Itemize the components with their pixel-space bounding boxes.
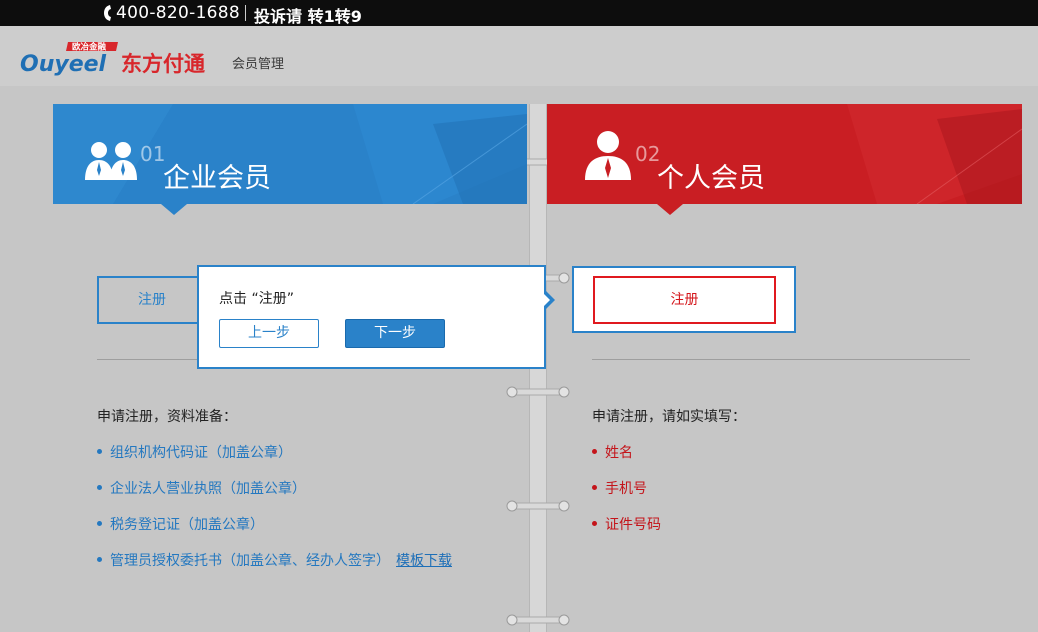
list-item: 证件号码 [592, 514, 661, 534]
binder-ring [506, 614, 570, 626]
site-header: 欧冶金融 Ouyeel 东方付通 会员管理 [0, 26, 1038, 86]
list-item: 企业法人营业执照（加盖公章） [97, 478, 306, 498]
list-item-label: 税务登记证（加盖公章） [110, 517, 264, 533]
guide-highlight-frame: 注册 [572, 266, 796, 333]
enterprise-step-number: 01 [140, 142, 166, 166]
enterprise-card-title: 企业会员 [163, 163, 271, 194]
bullet-icon [97, 484, 102, 490]
enterprise-register-button[interactable]: 注册 [97, 276, 207, 324]
bullet-icon [97, 520, 102, 526]
logo-brand-text: Ouyeel [20, 52, 107, 77]
list-item-label: 姓名 [605, 445, 633, 461]
guide-popover: 点击 “注册” 上一步 下一步 [197, 265, 555, 369]
logo-subtitle: 会员管理 [232, 57, 285, 72]
guide-message: 点击 “注册” [219, 291, 294, 307]
popover-arrow-fill [541, 291, 550, 309]
phone-icon [104, 5, 111, 21]
personal-card-title: 个人会员 [657, 163, 765, 194]
personal-member-card[interactable]: 02 个人会员 [547, 104, 1022, 204]
list-item-label: 手机号 [605, 481, 647, 497]
bullet-icon [97, 556, 102, 562]
list-item: 税务登记证（加盖公章） [97, 514, 264, 534]
personal-divider [592, 359, 970, 360]
personal-user-icon [585, 131, 631, 180]
enterprise-users-icon [85, 142, 137, 180]
personal-list-title: 申请注册，请如实填写： [592, 409, 746, 425]
logo-badge-text: 欧冶金融 [72, 42, 107, 53]
list-item: 姓名 [592, 442, 633, 462]
top-bar: 400-820-1688 投诉请 转1转9 [0, 0, 1038, 26]
bullet-icon [592, 448, 597, 454]
list-item-label: 管理员授权委托书（加盖公章、经办人签字） [110, 553, 390, 569]
bullet-icon [592, 484, 597, 490]
list-item: 手机号 [592, 478, 647, 498]
next-step-button[interactable]: 下一步 [345, 319, 445, 348]
list-item: 管理员授权委托书（加盖公章、经办人签字） 模板下载 [97, 550, 452, 570]
binder-ring [506, 500, 570, 512]
ouyeel-logo[interactable]: 欧冶金融 Ouyeel 东方付通 [20, 34, 232, 78]
template-download-link[interactable]: 模板下载 [396, 553, 452, 569]
enterprise-card-pointer [161, 204, 187, 215]
enterprise-member-card[interactable]: 01 企业会员 [53, 104, 527, 204]
complaint-hint: 投诉请 转1转9 [254, 7, 362, 26]
binder-ring [506, 386, 570, 398]
list-item-label: 企业法人营业执照（加盖公章） [110, 481, 306, 497]
list-item-label: 组织机构代码证（加盖公章） [110, 445, 292, 461]
personal-register-button[interactable]: 注册 [593, 276, 776, 324]
topbar-separator [245, 5, 246, 21]
list-item: 组织机构代码证（加盖公章） [97, 442, 292, 462]
list-item-label: 证件号码 [605, 517, 661, 533]
previous-step-button[interactable]: 上一步 [219, 319, 319, 348]
bullet-icon [592, 520, 597, 526]
bullet-icon [97, 448, 102, 454]
logo-cn-text: 东方付通 [121, 52, 205, 76]
hotline-number: 400-820-1688 [116, 3, 241, 23]
personal-card-pointer [657, 204, 683, 215]
enterprise-list-title: 申请注册，资料准备： [97, 409, 237, 425]
